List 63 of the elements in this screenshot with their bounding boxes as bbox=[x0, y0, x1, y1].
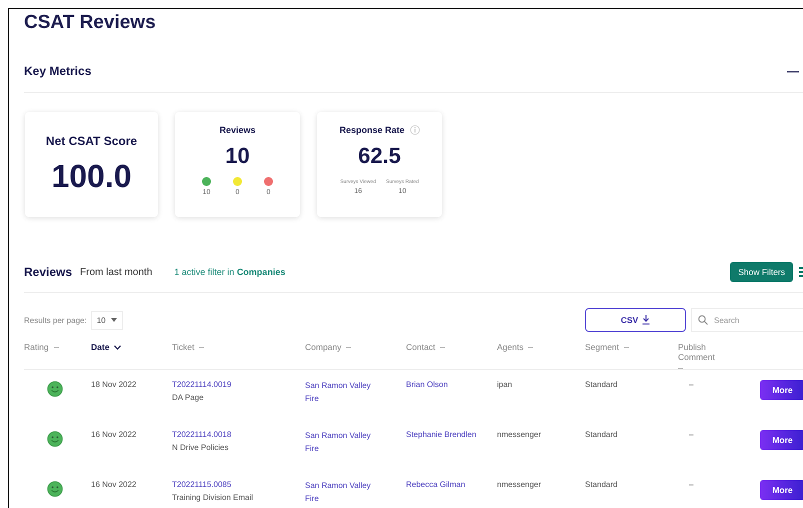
company-link[interactable]: San Ramon Valley Fire bbox=[305, 480, 385, 506]
publish-comment-cell: – bbox=[689, 430, 694, 439]
sort-descending-icon[interactable] bbox=[114, 344, 122, 350]
more-button[interactable]: More bbox=[760, 430, 803, 450]
ticket-subject: DA Page bbox=[172, 393, 205, 402]
download-icon bbox=[642, 315, 650, 325]
column-header[interactable]: Ticket bbox=[172, 342, 194, 352]
contact-link[interactable]: Rebecca Gilman bbox=[406, 480, 466, 489]
period-label: From last month bbox=[80, 266, 152, 278]
column-header[interactable]: Segment bbox=[585, 342, 620, 352]
filter-note: 1 active filter in Companies bbox=[174, 267, 286, 277]
metric-value: 10 bbox=[225, 143, 250, 169]
metric-value: 100.0 bbox=[51, 158, 132, 195]
sort-icon[interactable] bbox=[528, 346, 534, 348]
info-icon[interactable] bbox=[410, 125, 420, 135]
show-filters-button[interactable]: Show Filters bbox=[730, 262, 793, 282]
agent-cell: ipan bbox=[497, 380, 512, 389]
segment-cell: Standard bbox=[585, 380, 618, 389]
sort-icon[interactable] bbox=[678, 367, 683, 370]
segment-cell: Standard bbox=[585, 430, 618, 439]
results-per-page-label: Results per page: bbox=[24, 316, 87, 324]
publish-comment-cell: – bbox=[689, 380, 694, 389]
column-header[interactable]: Contact bbox=[406, 342, 436, 352]
ticket-link[interactable]: T20221115.0085 bbox=[172, 480, 305, 489]
contact-link[interactable]: Brian Olson bbox=[406, 380, 448, 389]
section-title: Key Metrics bbox=[24, 64, 92, 78]
column-header[interactable]: Rating bbox=[24, 342, 49, 352]
ticket-link[interactable]: T20221114.0019 bbox=[172, 380, 305, 389]
company-link[interactable]: San Ramon Valley Fire bbox=[305, 430, 385, 456]
agent-cell: nmessenger bbox=[497, 430, 542, 439]
section-title: Reviews bbox=[24, 265, 72, 279]
company-link[interactable]: San Ramon Valley Fire bbox=[305, 380, 385, 406]
publish-comment-cell: – bbox=[689, 480, 694, 489]
sort-icon[interactable] bbox=[624, 346, 630, 348]
column-header[interactable]: Date bbox=[91, 342, 110, 352]
date-cell: 16 Nov 2022 bbox=[91, 480, 136, 489]
agent-cell: nmessenger bbox=[497, 480, 542, 489]
csv-download-button[interactable]: CSV bbox=[585, 308, 686, 332]
date-cell: 16 Nov 2022 bbox=[91, 430, 136, 439]
ticket-subject: Training Division Email bbox=[172, 493, 254, 502]
caret-icon[interactable] bbox=[110, 318, 117, 322]
page-size-dropdown[interactable]: 10 bbox=[90, 310, 123, 330]
metric-label: Response Rate bbox=[339, 125, 405, 135]
column-header[interactable]: Company bbox=[305, 342, 342, 352]
metric-value: 62.5 bbox=[358, 143, 401, 169]
sort-icon[interactable] bbox=[199, 346, 204, 348]
column-header[interactable]: Agents bbox=[497, 342, 524, 352]
ticket-subject: N Drive Policies bbox=[172, 443, 230, 452]
sort-icon[interactable] bbox=[346, 346, 352, 348]
more-button[interactable]: More bbox=[760, 480, 803, 500]
contact-link[interactable]: Stephanie Brendlen bbox=[406, 430, 476, 439]
sort-icon[interactable] bbox=[440, 346, 446, 348]
page-title: CSAT Reviews bbox=[24, 12, 157, 35]
segment-cell: Standard bbox=[585, 480, 618, 489]
date-cell: 18 Nov 2022 bbox=[91, 380, 136, 389]
collapse-button[interactable]: — bbox=[787, 64, 799, 78]
ticket-link[interactable]: T20221114.0018 bbox=[172, 430, 305, 439]
sort-icon[interactable] bbox=[54, 346, 59, 348]
column-header[interactable]: Publish Comment bbox=[678, 342, 728, 362]
search-field[interactable]: Search bbox=[691, 308, 803, 332]
metric-label: Reviews bbox=[219, 125, 256, 135]
more-button[interactable]: More bbox=[760, 380, 803, 400]
metric-label: Net CSAT Score bbox=[46, 134, 138, 148]
